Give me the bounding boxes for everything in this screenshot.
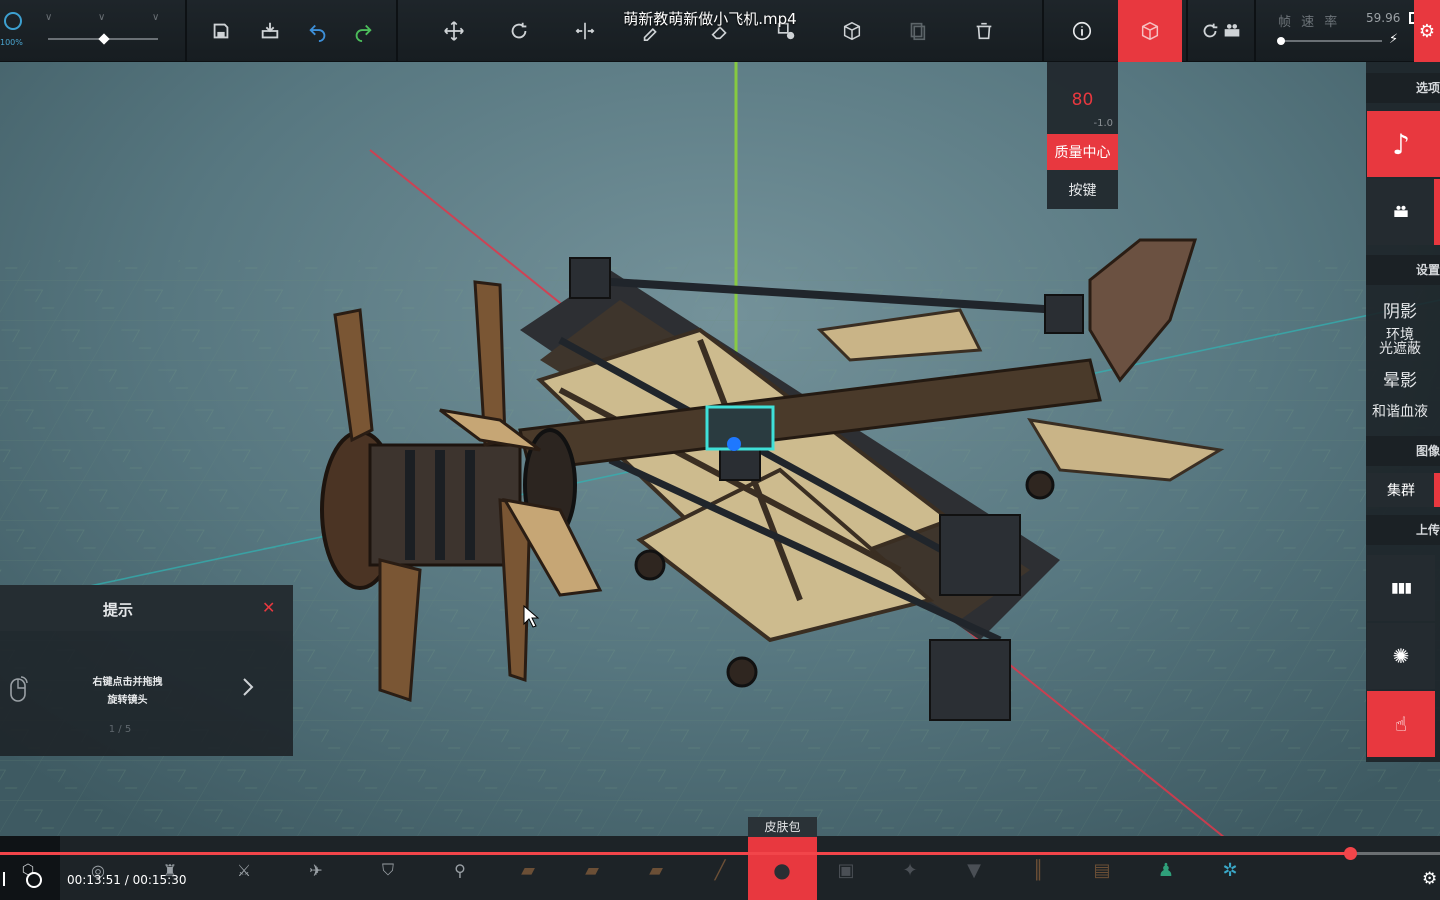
ambient-occlusion-toggle[interactable]: 环境 光遮蔽 xyxy=(1366,328,1434,356)
speed-slider[interactable] xyxy=(1277,37,1382,45)
camera-view-button[interactable] xyxy=(1367,179,1435,245)
cluster-edge xyxy=(1434,473,1440,507)
camera-edge xyxy=(1434,179,1440,245)
hint-page-indicator: 1 / 5 xyxy=(108,724,132,735)
block-slot-12[interactable]: ✲ xyxy=(1210,852,1250,888)
center-of-mass-panel: 80 -1.0 质量中心 按键 xyxy=(1047,62,1118,209)
zoom-slider[interactable] xyxy=(48,33,158,45)
video-progress-bar[interactable] xyxy=(0,847,1440,860)
hint-line1: 右键点击并拖拽 xyxy=(92,677,163,688)
ao-label-line2: 光遮蔽 xyxy=(1379,341,1421,357)
hint-text: 右键点击并拖拽 旋转镜头 xyxy=(60,674,195,710)
music-button[interactable]: ♪ xyxy=(1367,111,1435,177)
zoom-slider-knob[interactable] xyxy=(98,33,110,45)
block-slot-selected[interactable]: ● xyxy=(762,852,802,888)
settings-gear-icon[interactable]: ⚙ xyxy=(1422,869,1437,889)
video-progress-fill xyxy=(0,852,1350,855)
bars-button[interactable]: ▮▮▮ xyxy=(1367,555,1435,621)
hint-title: 提示 xyxy=(102,601,133,619)
hint-panel: 提示 ✕ 右键点击并拖拽 旋转镜头 1 / 5 xyxy=(0,585,293,756)
settings-header: 设置 xyxy=(1366,255,1440,285)
options-header: 选项 xyxy=(1366,73,1440,103)
speed-icon: ⚡ xyxy=(1389,32,1399,47)
music-edge xyxy=(1434,111,1440,177)
mouse-icon xyxy=(10,676,28,702)
play-pause-icon[interactable] xyxy=(3,872,5,886)
lights-button[interactable]: ✺ xyxy=(1367,623,1435,689)
ao-label-line1: 环境 xyxy=(1386,327,1414,343)
block-slot-9[interactable]: ║ xyxy=(1018,852,1058,888)
block-slot-10[interactable]: ▤ xyxy=(1082,852,1122,888)
video-time: 00:13:51 / 00:15:30 xyxy=(67,873,187,887)
camera-icon xyxy=(1394,205,1408,217)
armour-category-icon[interactable]: ⛉ xyxy=(368,852,408,888)
block-slot-3[interactable]: ▰ xyxy=(636,852,676,888)
mass-value: 80 xyxy=(1071,90,1094,110)
shadow-toggle[interactable]: 阴影 xyxy=(1366,297,1434,322)
duration: 00:15:30 xyxy=(132,873,187,887)
chevron-right-icon[interactable] xyxy=(240,677,256,697)
bloom-toggle[interactable]: 晕影 xyxy=(1366,366,1434,391)
settings-gear-icon: ⚙ xyxy=(1418,20,1436,42)
blood-toggle[interactable]: 和谐血液 xyxy=(1366,401,1434,421)
close-icon[interactable]: ✕ xyxy=(262,598,275,617)
weapon-category-icon[interactable]: ⚔ xyxy=(224,852,264,888)
cluster-button[interactable]: 集群 xyxy=(1367,473,1435,507)
upload-header: 上传 xyxy=(1366,515,1440,545)
speed-slider-knob[interactable] xyxy=(1277,37,1285,45)
video-progress-knob[interactable] xyxy=(1344,847,1357,860)
mass-center-button[interactable]: 质量中心 xyxy=(1047,134,1118,170)
flight-category-icon[interactable]: ✈ xyxy=(296,852,336,888)
build-scene-viewport[interactable] xyxy=(0,0,1440,900)
time-separator: / xyxy=(124,873,133,887)
bars-icon: ▮▮▮ xyxy=(1390,580,1412,596)
no-cursor-icon[interactable] xyxy=(26,872,42,888)
keys-button[interactable]: 按键 xyxy=(1047,174,1118,206)
hand-pointer-icon: ☝ xyxy=(1394,712,1408,736)
block-slot-6[interactable]: ▣ xyxy=(826,852,866,888)
block-slot-8[interactable]: ▼ xyxy=(954,852,994,888)
block-slot-4[interactable]: ╱ xyxy=(700,852,740,888)
music-note-icon: ♪ xyxy=(1392,127,1410,161)
search-icon[interactable]: ⚲ xyxy=(440,852,480,888)
mass-sub-value: -1.0 xyxy=(1093,118,1113,129)
block-slot-11[interactable]: ♟ xyxy=(1146,852,1186,888)
block-slot-7[interactable]: ✦ xyxy=(890,852,930,888)
sun-icon: ✺ xyxy=(1392,644,1410,668)
current-time: 00:13:51 xyxy=(67,873,121,887)
block-slot-2[interactable]: ▰ xyxy=(572,852,612,888)
hint-line2: 旋转镜头 xyxy=(107,695,148,706)
zoom-level: 100% xyxy=(0,38,23,47)
block-slot-1[interactable]: ▰ xyxy=(508,852,548,888)
touch-button[interactable]: ☝ xyxy=(1367,691,1435,757)
video-title: 萌新教萌新做小飞机.mp4 xyxy=(623,10,797,28)
graphics-header: 图像 xyxy=(1366,436,1440,466)
skin-pack-tab[interactable]: 皮肤包 xyxy=(748,817,817,837)
